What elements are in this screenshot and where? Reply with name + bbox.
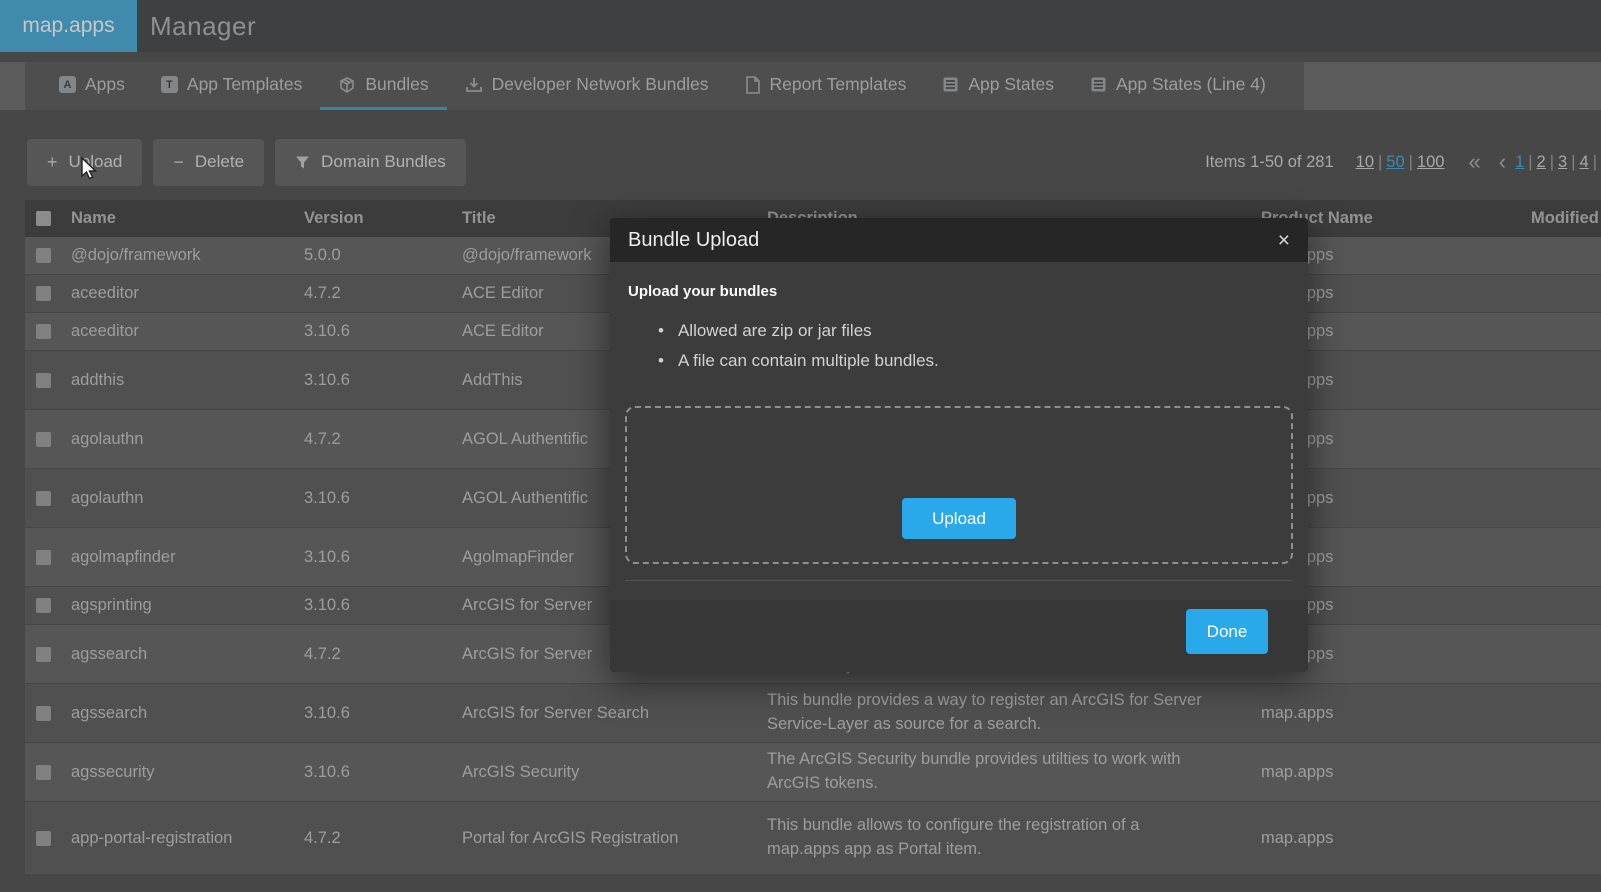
bundle-upload-dialog: Bundle Upload × Upload your bundles Allo… [610,218,1308,672]
hint-item: A file can contain multiple bundles. [658,346,1293,376]
file-dropzone[interactable]: Upload [625,406,1293,564]
upload-heading: Upload your bundles [628,283,1290,300]
upload-file-button[interactable]: Upload [902,498,1016,539]
dialog-footer: Done [610,600,1308,672]
done-button[interactable]: Done [1186,609,1268,654]
close-icon[interactable]: × [1278,230,1290,251]
dialog-title: Bundle Upload [628,229,759,252]
dialog-header: Bundle Upload × [610,218,1308,262]
upload-hints: Allowed are zip or jar files A file can … [658,316,1293,376]
manager-screen: map.apps Manager A Apps T App Templates … [0,0,1601,892]
dialog-divider [625,580,1293,581]
dialog-body: Upload your bundles Allowed are zip or j… [610,262,1308,600]
hint-item: Allowed are zip or jar files [658,316,1293,346]
